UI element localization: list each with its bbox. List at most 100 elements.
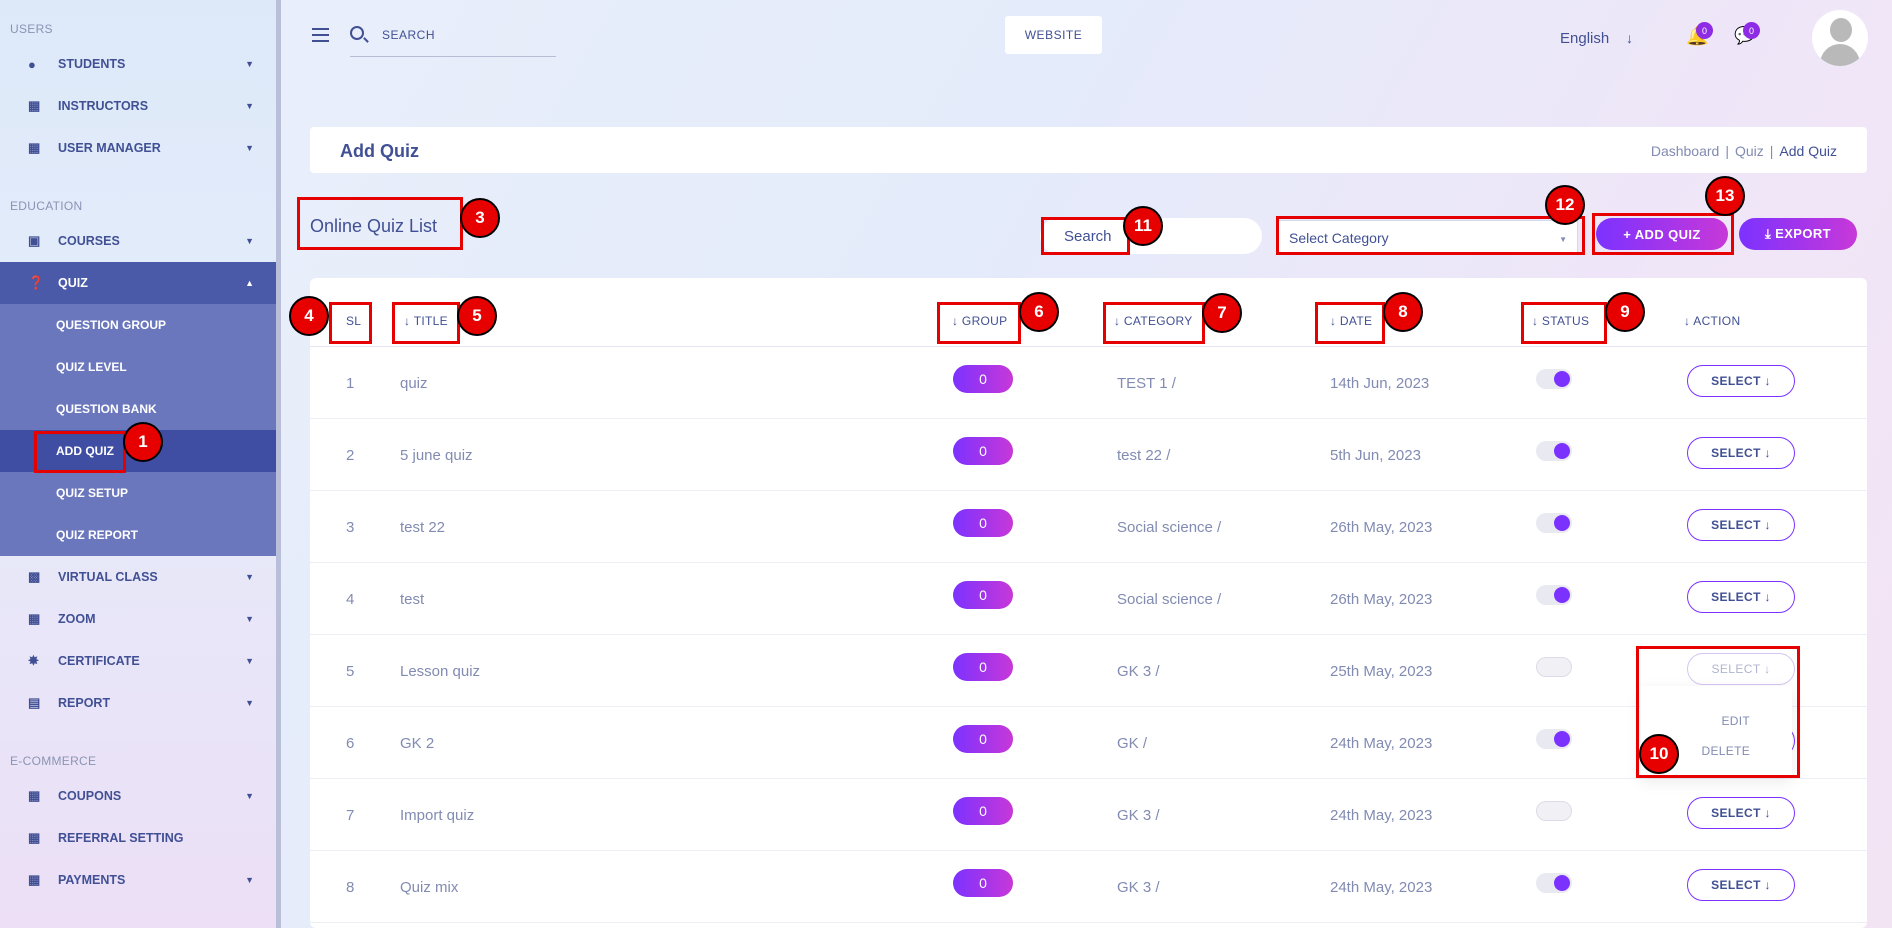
caret-down-icon: ▼ bbox=[245, 59, 254, 69]
top-search-input[interactable]: SEARCH bbox=[382, 28, 435, 42]
group-count-badge[interactable]: 0 bbox=[953, 509, 1013, 537]
export-button[interactable]: ⤓ EXPORT bbox=[1739, 218, 1857, 250]
submenu-question-group[interactable]: QUESTION GROUP bbox=[0, 304, 276, 346]
annotation-marker-1: 1 bbox=[123, 422, 163, 462]
breadcrumb-quiz[interactable]: Quiz bbox=[1735, 143, 1764, 159]
cell-category: GK 3 / bbox=[1117, 807, 1160, 824]
status-toggle[interactable] bbox=[1536, 585, 1572, 605]
cell-title: test bbox=[400, 591, 425, 608]
sidebar-item-label: USER MANAGER bbox=[58, 141, 161, 155]
certificate-icon: ✸ bbox=[28, 653, 39, 668]
select-action-button[interactable]: SELECT ↓ bbox=[1687, 869, 1795, 901]
sidebar-item-label: COURSES bbox=[58, 234, 120, 248]
sidebar-item-coupons[interactable]: ▦ COUPONS ▼ bbox=[0, 775, 276, 817]
select-action-button[interactable]: SELECT ↓ bbox=[1687, 509, 1795, 541]
highlight-box bbox=[1592, 213, 1734, 255]
table-row: 4 test 0 Social science / 26th May, 2023 SELE… bbox=[310, 563, 1867, 635]
sidebar-item-label: COUPONS bbox=[58, 789, 122, 803]
cell-title: Quiz mix bbox=[400, 879, 459, 896]
sidebar-item-certificate[interactable]: ✸ CERTIFICATE ▼ bbox=[0, 640, 276, 682]
status-toggle[interactable] bbox=[1536, 657, 1572, 677]
cell-title: 5 june quiz bbox=[400, 447, 473, 464]
sidebar-item-virtual-class[interactable]: ▩ VIRTUAL CLASS ▼ bbox=[0, 556, 276, 598]
cell-date: 25th May, 2023 bbox=[1330, 663, 1433, 680]
column-header-action[interactable]: ↓ ACTION bbox=[1684, 314, 1740, 328]
caret-up-icon: ▲ bbox=[245, 278, 254, 288]
cell-title: Lesson quiz bbox=[400, 663, 481, 680]
highlight-box bbox=[34, 431, 126, 473]
cell-date: 14th Jun, 2023 bbox=[1330, 375, 1430, 392]
sidebar-item-payments[interactable]: ▦ PAYMENTS ▼ bbox=[0, 859, 276, 901]
status-toggle[interactable] bbox=[1536, 369, 1572, 389]
group-count-badge[interactable]: 0 bbox=[953, 581, 1013, 609]
table-row: 7 Import quiz 0 GK 3 / 24th May, 2023 SELECT … bbox=[310, 779, 1867, 851]
select-action-button[interactable]: SELECT ↓ bbox=[1687, 437, 1795, 469]
group-count-badge[interactable]: 0 bbox=[953, 725, 1013, 753]
table-row: 3 test 22 0 Social science / 26th May, 2023 S… bbox=[310, 491, 1867, 563]
website-button[interactable]: WEBSITE bbox=[1005, 16, 1102, 54]
status-toggle[interactable] bbox=[1536, 441, 1572, 461]
group-count-badge[interactable]: 0 bbox=[953, 437, 1013, 465]
language-selector[interactable]: English bbox=[1560, 30, 1609, 47]
cell-sl: 8 bbox=[346, 879, 355, 896]
highlight-box bbox=[1041, 217, 1130, 255]
cell-sl: 2 bbox=[346, 447, 355, 464]
status-toggle[interactable] bbox=[1536, 729, 1572, 749]
arrow-down-icon[interactable]: ↓ bbox=[1626, 30, 1633, 46]
cell-date: 24th May, 2023 bbox=[1330, 879, 1433, 896]
highlight-box bbox=[1315, 302, 1385, 344]
sidebar-item-students[interactable]: ● STUDENTS ▼ bbox=[0, 43, 276, 85]
user-icon: ● bbox=[28, 56, 36, 72]
sidebar-item-label: PAYMENTS bbox=[58, 873, 126, 887]
caret-down-icon: ▼ bbox=[245, 791, 254, 801]
sidebar-item-zoom[interactable]: ▦ ZOOM ▼ bbox=[0, 598, 276, 640]
select-action-button[interactable]: SELECT ↓ bbox=[1687, 581, 1795, 613]
sidebar-item-report[interactable]: ▤ REPORT ▼ bbox=[0, 682, 276, 724]
group-count-badge[interactable]: 0 bbox=[953, 653, 1013, 681]
group-count-badge[interactable]: 0 bbox=[953, 869, 1013, 897]
grid-icon: ▦ bbox=[28, 611, 41, 626]
select-action-button[interactable]: SELECT ↓ bbox=[1687, 365, 1795, 397]
submenu-quiz-setup[interactable]: QUIZ SETUP bbox=[0, 472, 276, 514]
table-row: 1 quiz 0 TEST 1 / 14th Jun, 2023 SELECT ↓ bbox=[310, 347, 1867, 419]
sidebar-item-referral-setting[interactable]: ▦ REFERRAL SETTING bbox=[0, 817, 276, 859]
cell-title: Import quiz bbox=[400, 807, 475, 824]
sidebar-item-quiz[interactable]: ❓ QUIZ ▲ bbox=[0, 262, 276, 304]
notification-badge: 0 bbox=[1696, 22, 1713, 39]
annotation-marker-7: 7 bbox=[1202, 293, 1242, 333]
submenu-quiz-level[interactable]: QUIZ LEVEL bbox=[0, 346, 276, 388]
highlight-box bbox=[1103, 302, 1205, 344]
status-toggle[interactable] bbox=[1536, 801, 1572, 821]
book-icon: ▣ bbox=[28, 233, 41, 248]
breadcrumb-separator: | bbox=[1769, 143, 1774, 159]
highlight-box bbox=[1521, 302, 1607, 344]
hamburger-menu-icon[interactable] bbox=[312, 28, 329, 42]
sidebar-item-user-manager[interactable]: ▦ USER MANAGER ▼ bbox=[0, 127, 276, 169]
select-action-button[interactable]: SELECT ↓ bbox=[1687, 797, 1795, 829]
breadcrumb-add-quiz[interactable]: Add Quiz bbox=[1779, 143, 1837, 159]
annotation-marker-6: 6 bbox=[1019, 292, 1059, 332]
group-count-badge[interactable]: 0 bbox=[953, 365, 1013, 393]
cell-date: 24th May, 2023 bbox=[1330, 735, 1433, 752]
status-toggle[interactable] bbox=[1536, 513, 1572, 533]
sidebar-item-instructors[interactable]: ▦ INSTRUCTORS ▼ bbox=[0, 85, 276, 127]
sidebar-item-label: QUIZ bbox=[58, 276, 88, 290]
caret-down-icon: ▼ bbox=[245, 143, 254, 153]
submenu-quiz-report[interactable]: QUIZ REPORT bbox=[0, 514, 276, 556]
grid-icon: ▦ bbox=[28, 788, 41, 803]
cell-sl: 5 bbox=[346, 663, 355, 680]
breadcrumb-dashboard[interactable]: Dashboard bbox=[1651, 143, 1720, 159]
group-count-badge[interactable]: 0 bbox=[953, 797, 1013, 825]
sidebar-item-courses[interactable]: ▣ COURSES ▼ bbox=[0, 220, 276, 262]
cell-sl: 4 bbox=[346, 591, 355, 608]
cell-category: GK 3 / bbox=[1117, 663, 1160, 680]
avatar[interactable] bbox=[1812, 10, 1868, 66]
caret-down-icon: ▼ bbox=[245, 656, 254, 666]
caret-down-icon: ▼ bbox=[245, 614, 254, 624]
cell-sl: 7 bbox=[346, 807, 355, 824]
status-toggle[interactable] bbox=[1536, 873, 1572, 893]
cell-category: GK 3 / bbox=[1117, 879, 1160, 896]
sidebar-scrollbar[interactable] bbox=[276, 0, 281, 928]
caret-down-icon: ▼ bbox=[245, 236, 254, 246]
section-education: EDUCATION bbox=[10, 199, 83, 213]
